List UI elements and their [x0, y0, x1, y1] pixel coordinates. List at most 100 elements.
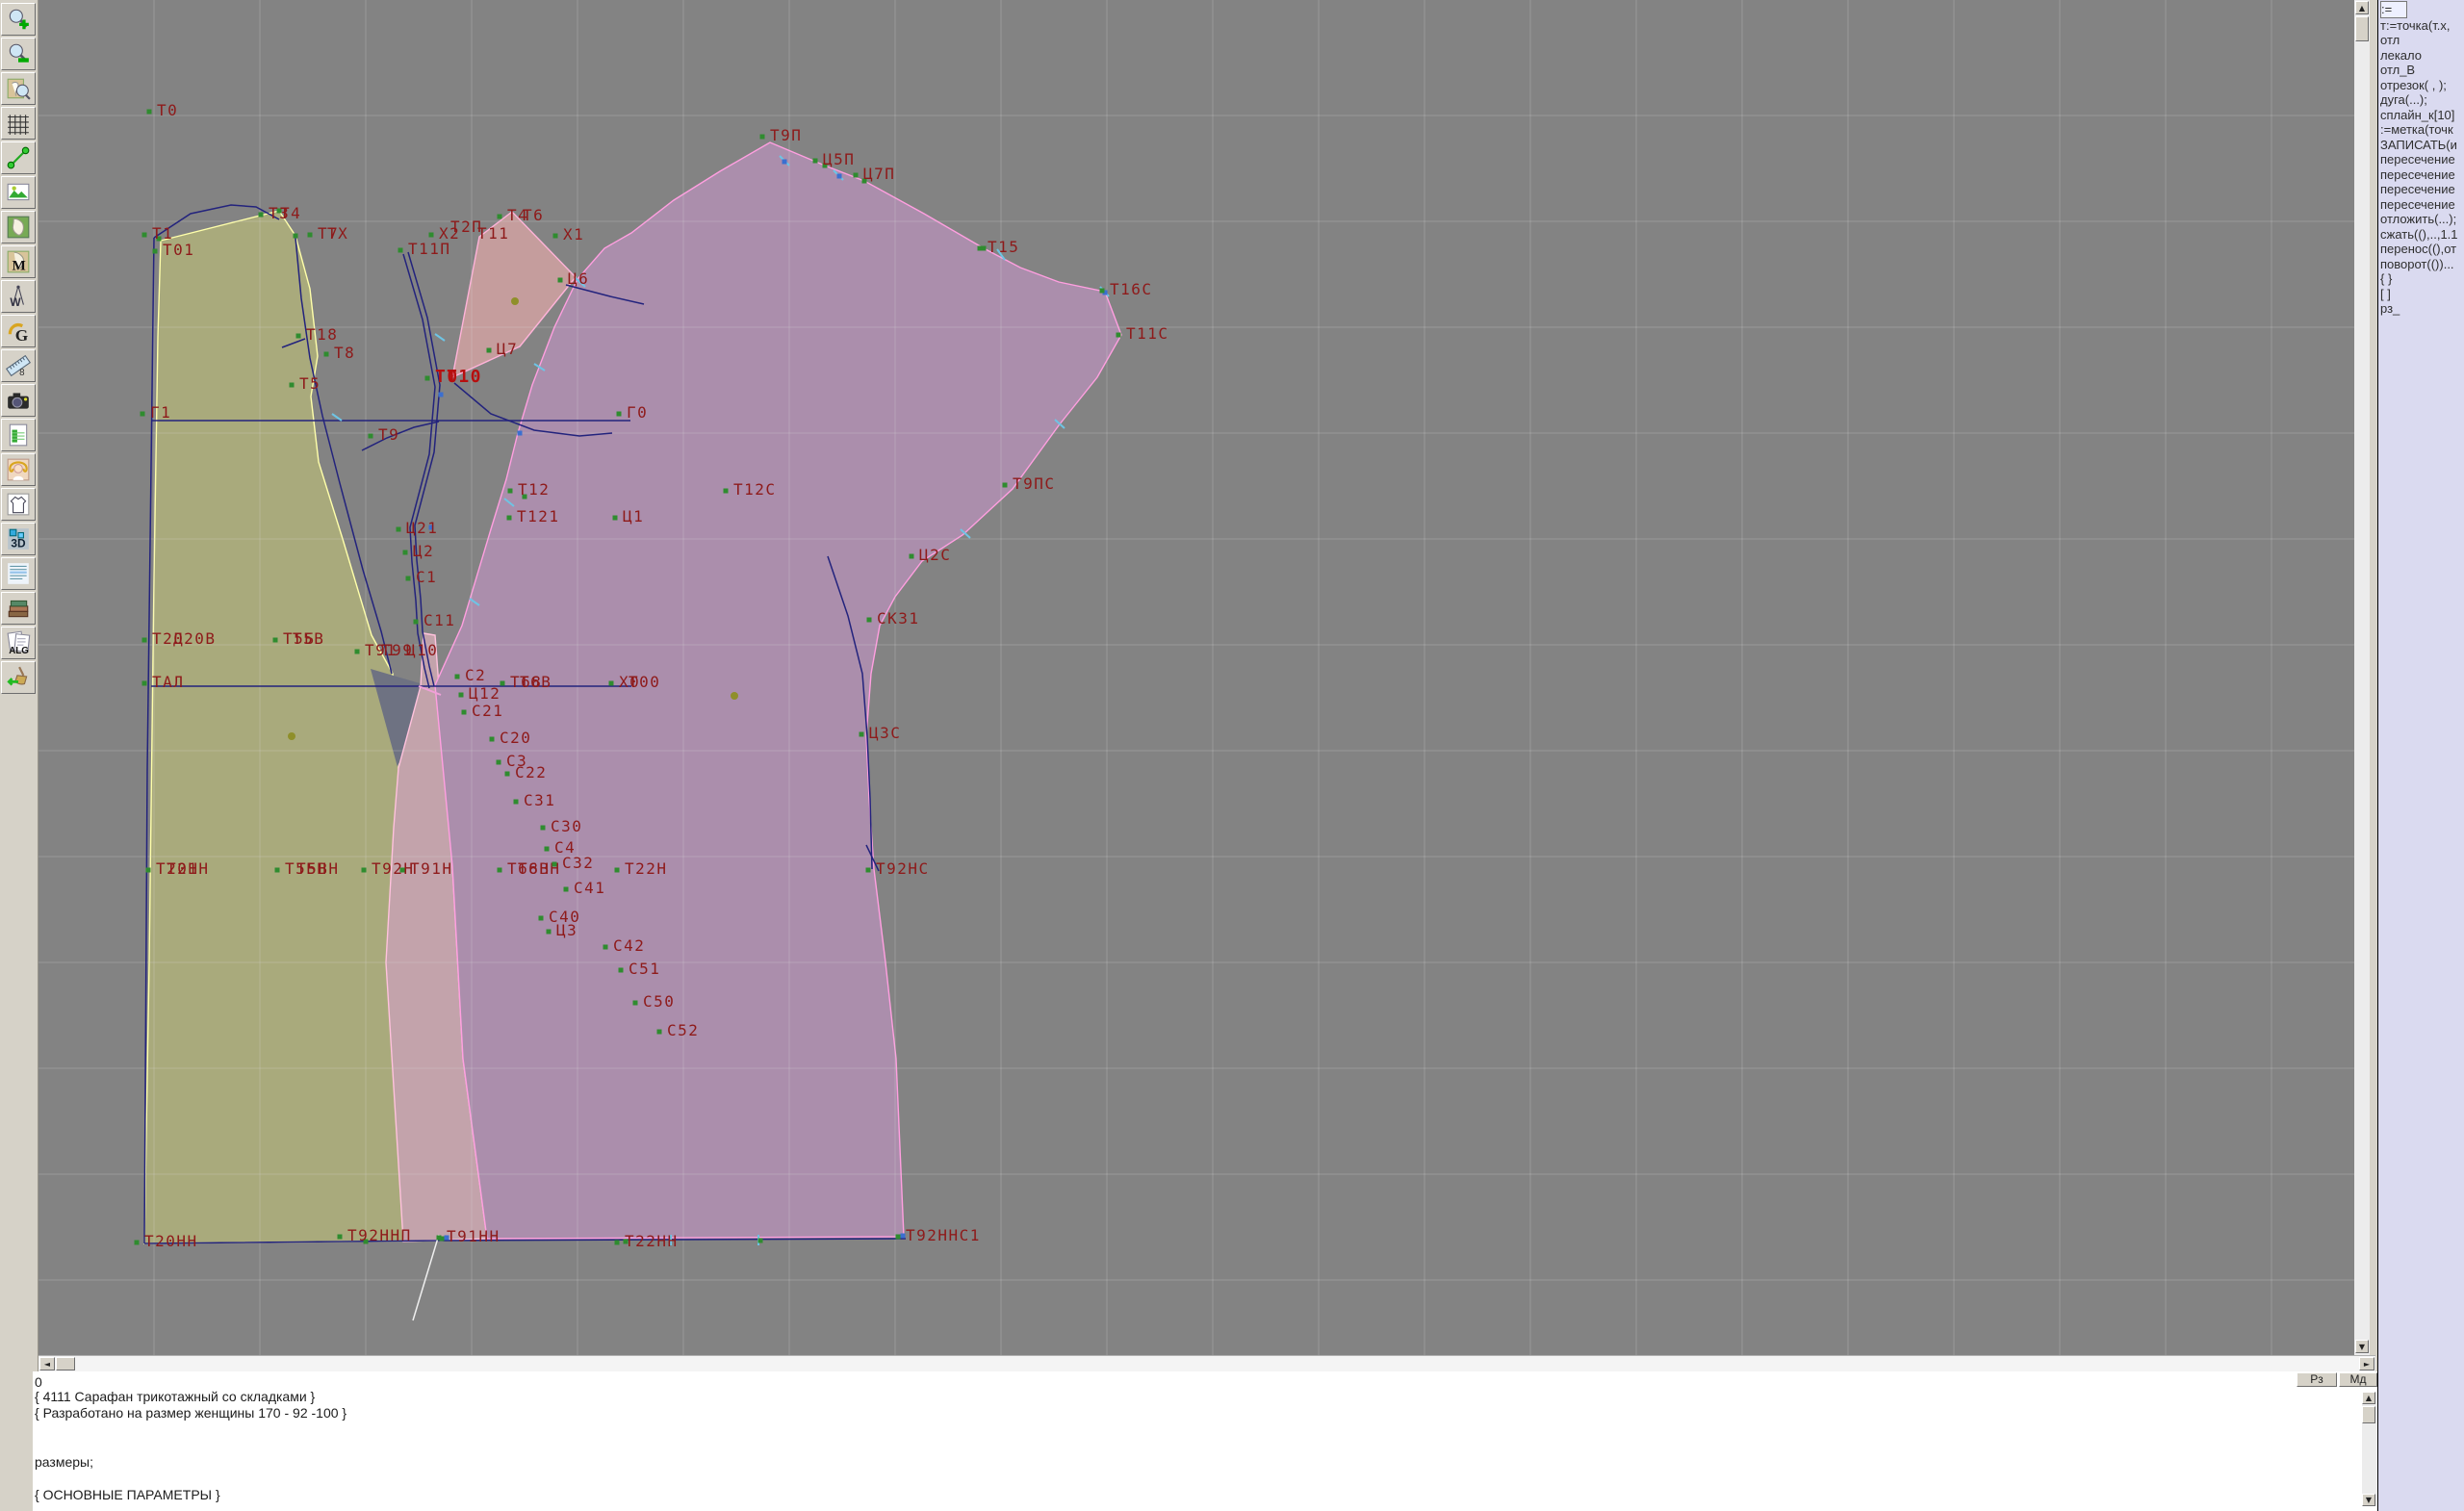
point-marker [402, 550, 408, 555]
command-item[interactable]: отл [2380, 33, 2464, 48]
zoom-out-button[interactable] [1, 38, 36, 70]
algorithm-button[interactable]: ALG [1, 627, 36, 659]
command-item[interactable]: лекало [2380, 48, 2464, 64]
point-marker [507, 488, 513, 494]
size-table-button[interactable] [1, 419, 36, 451]
construction-line [412, 1234, 440, 1321]
grid-button[interactable] [1, 107, 36, 140]
svg-text:M: M [13, 258, 26, 274]
point-marker [757, 1238, 763, 1243]
view-3d-button[interactable]: 3D [1, 523, 36, 555]
scroll-up-icon[interactable]: ▲ [2355, 1, 2369, 14]
point-label: Т11П [408, 240, 451, 258]
canvas-horizontal-scrollbar[interactable]: ◄ ► [38, 1355, 2375, 1371]
drawing-tools-button[interactable]: W [1, 280, 36, 313]
command-item[interactable]: пересечение [2380, 182, 2464, 197]
command-item[interactable]: пересечение [2380, 152, 2464, 167]
hscroll-thumb[interactable] [56, 1357, 75, 1370]
point-marker [272, 637, 278, 643]
point-marker [977, 245, 983, 251]
command-item[interactable]: дуга(...); [2380, 92, 2464, 108]
point-marker [489, 736, 495, 742]
command-item[interactable]: поворот(())... [2380, 257, 2464, 272]
point-label: Ц5П [823, 150, 855, 168]
text-vscroll-thumb[interactable] [2362, 1406, 2375, 1423]
command-item[interactable]: пересечение [2380, 197, 2464, 213]
command-item[interactable]: { } [2380, 271, 2464, 287]
point-label: Т6В [520, 673, 552, 691]
command-item[interactable]: перенос((),от [2380, 242, 2464, 257]
point-label: Т9 [378, 425, 399, 444]
client-photo-button[interactable] [1, 453, 36, 486]
point-marker [723, 488, 729, 494]
snapshot-button[interactable] [1, 384, 36, 417]
point-label: Ц12 [469, 684, 500, 703]
point-marker [859, 731, 864, 737]
command-item[interactable]: отложить(...); [2380, 212, 2464, 227]
point-marker [618, 967, 624, 973]
scroll-up-icon[interactable]: ▲ [2362, 1392, 2375, 1404]
point-marker [307, 232, 313, 238]
point-marker [895, 1234, 901, 1240]
scroll-down-icon[interactable]: ▼ [2355, 1340, 2369, 1353]
command-item[interactable]: рз_ [2380, 301, 2464, 317]
grazia-button[interactable]: G [1, 315, 36, 347]
pattern-canvas[interactable]: Т0 Т9П Ц5П Ц7П Т3 Т4 Т1 Т7 ТХ Т2П Х2 Т11 Т4 Т6 Т01 Т11П… [38, 0, 2354, 1355]
command-item[interactable]: сплайн_к[10] [2380, 108, 2464, 123]
point-marker [134, 1240, 140, 1245]
program-text-panel[interactable]: 0 Рз Мд { 4111 Сарафан трикотажный со ск… [33, 1371, 2377, 1511]
point-label: Ц7 [497, 340, 518, 358]
image-button[interactable] [1, 176, 36, 209]
canvas-vertical-scrollbar[interactable]: ▲ ▼ [2354, 0, 2370, 1355]
clear-button[interactable] [1, 661, 36, 694]
point-marker [461, 709, 467, 715]
pattern-piece-button[interactable] [1, 211, 36, 243]
point-label: Т20НН [144, 1232, 198, 1250]
text-panel-scrollbar[interactable]: ▲ ▼ [2362, 1392, 2376, 1506]
library-button[interactable] [1, 592, 36, 625]
pan-pattern-button[interactable] [1, 72, 36, 105]
point-marker [506, 515, 512, 521]
point-marker [500, 680, 505, 686]
point-marker [608, 680, 614, 686]
point-marker [563, 886, 569, 892]
command-item[interactable]: пересечение [2380, 167, 2464, 183]
point-label: Ц2 [413, 542, 434, 560]
command-item[interactable]: отл_В [2380, 63, 2464, 78]
command-item[interactable]: ЗАПИСАТЬ(и [2380, 138, 2464, 153]
point-label: Ц10 [406, 641, 438, 659]
grain-dot [511, 297, 519, 305]
construction-line [361, 421, 440, 451]
pattern-drawing[interactable]: Т0Т9ПЦ5ПЦ7ПТ3Т4Т1 Т7ТХ Т2ПХ2 Т11Т4Т6Т01 Т11П… [38, 0, 2354, 1355]
g-letter-icon: G [8, 323, 28, 344]
point-label: Ц21 [406, 519, 438, 537]
scroll-down-icon[interactable]: ▼ [2362, 1494, 2375, 1506]
command-item[interactable]: сжать((),..,1.1 [2380, 227, 2464, 243]
svg-text:W: W [10, 295, 21, 309]
point-marker [337, 1234, 343, 1240]
measure-button[interactable]: 8 [1, 349, 36, 382]
command-item[interactable]: [ ] [2380, 287, 2464, 302]
point-marker [368, 433, 373, 439]
command-item[interactable]: т:=точка(т.х, [2380, 18, 2464, 34]
portrait-icon [7, 458, 30, 481]
scroll-left-icon[interactable]: ◄ [39, 1357, 55, 1370]
point-marker [399, 867, 405, 873]
pattern-m-button[interactable]: M [1, 245, 36, 278]
scroll-right-icon[interactable]: ► [2359, 1357, 2374, 1370]
text-list-button[interactable] [1, 557, 36, 590]
point-label: Т9П [770, 126, 802, 144]
point-label: Г1 [150, 403, 171, 422]
point-marker [361, 867, 367, 873]
command-item[interactable]: :=метка(точк [2380, 122, 2464, 138]
garment-sketch-button[interactable] [1, 488, 36, 521]
vscroll-thumb[interactable] [2355, 16, 2369, 41]
zoom-in-button[interactable] [1, 3, 36, 36]
md-button[interactable]: Мд [2339, 1372, 2377, 1387]
segment-button[interactable] [1, 141, 36, 174]
rz-button[interactable]: Рз [2297, 1372, 2337, 1387]
command-item[interactable]: := [2380, 1, 2407, 18]
broom-arrow-icon [7, 666, 28, 686]
command-item[interactable]: отрезок( , ); [2380, 78, 2464, 93]
program-comment-lines[interactable]: { 4111 Сарафан трикотажный со складками … [35, 1389, 346, 1503]
